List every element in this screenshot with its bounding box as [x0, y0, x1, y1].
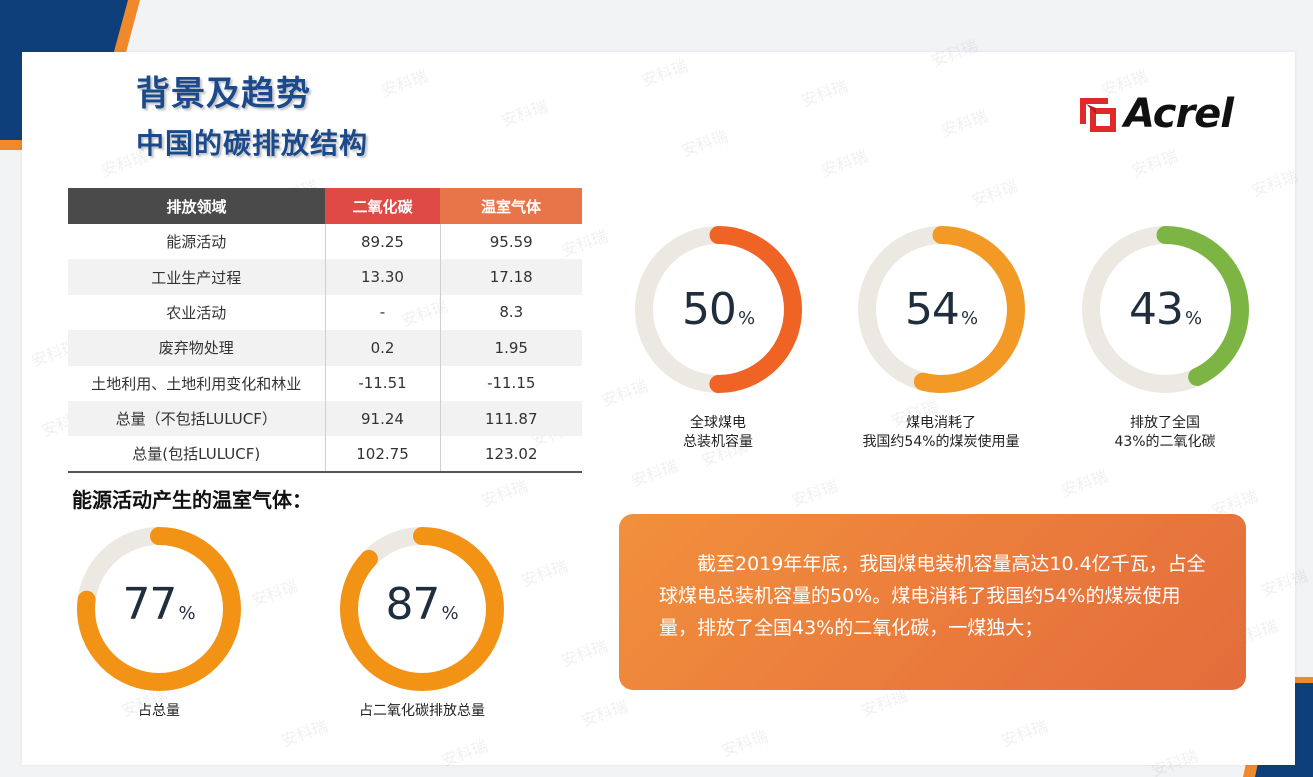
table-cell: 123.02	[440, 436, 582, 473]
ring-chart-energy-total: 77%	[77, 527, 241, 691]
table-cell: 95.59	[489, 232, 533, 251]
table-cell: 总量（不包括LULUCF）	[68, 400, 326, 437]
acrel-logo: Acrel	[1078, 92, 1258, 136]
table-cell: -11.15	[487, 374, 536, 393]
table-header-row: 排放领域 二氧化碳 温室气体	[68, 188, 582, 224]
table-cell: 0.2	[325, 330, 441, 366]
table-header-ghg: 温室气体	[440, 188, 582, 224]
table-cell: 102.75	[325, 436, 441, 473]
ring-chart-global-coal-capacity: 50%	[635, 226, 802, 393]
table-cell: 废弃物处理	[68, 330, 326, 366]
acrel-logo-mark-icon	[1080, 98, 1116, 132]
ring-caption-line: 煤电消耗了	[906, 415, 976, 431]
acrel-logo-text: Acrel	[1124, 91, 1234, 137]
table-row: 工业生产过程 13.30 17.18	[68, 259, 582, 295]
emission-table: 排放领域 二氧化碳 温室气体 能源活动 89.25 95.59 工业生产过程 1…	[68, 188, 582, 473]
table-header-co2: 二氧化碳	[325, 188, 440, 224]
ring-value: 77%	[77, 579, 241, 630]
ring-unit: %	[737, 308, 756, 329]
table-cell: -11.51	[325, 365, 441, 401]
table-header-sector: 排放领域	[68, 188, 325, 224]
table-cell: 13.30	[325, 259, 441, 295]
table-cell: 工业生产过程	[68, 259, 326, 295]
ring-chart-co2-share: 43%	[1082, 226, 1249, 393]
page-title: 背景及趋势	[136, 74, 311, 114]
table-row: 总量（不包括LULUCF） 91.24 111.87	[68, 400, 582, 437]
table-cell: 总量(包括LULUCF)	[68, 436, 326, 473]
table-cell: 17.18	[440, 259, 582, 295]
table-row: 总量(包括LULUCF) 102.75 123.02	[68, 436, 582, 473]
page-subtitle: 中国的碳排放结构	[136, 127, 369, 160]
table-cell: 111.87	[440, 400, 582, 437]
summary-box: 截至2019年年底，我国煤电装机容量高达10.4亿千瓦，占全球煤电总装机容量的5…	[619, 514, 1246, 690]
ring-value: 50%	[635, 284, 802, 335]
ring-caption-global-coal-capacity: 全球煤电 总装机容量	[618, 414, 818, 452]
ring-caption-energy-total: 占总量	[138, 703, 180, 719]
ring-unit: %	[178, 603, 196, 624]
table-row: 土地利用、土地利用变化和林业 -11.51 -11.15	[68, 365, 582, 401]
ring-caption-line: 我国约54%的煤炭使用量	[862, 434, 1020, 450]
ring-caption-coal-consumption: 煤电消耗了 我国约54%的煤炭使用量	[841, 414, 1041, 452]
ring-caption-co2-share: 排放了全国 43%的二氧化碳	[1065, 414, 1265, 452]
ring-unit: %	[960, 308, 979, 329]
table-cell: 农业活动	[68, 294, 326, 331]
table-row: 能源活动 89.25 95.59	[68, 224, 582, 260]
ring-number: 87	[385, 579, 440, 630]
ring-number: 77	[122, 579, 177, 630]
ring-caption-line: 排放了全国	[1130, 415, 1200, 431]
table-cell: 土地利用、土地利用变化和林业	[68, 365, 326, 401]
ring-caption-energy-co2: 占二氧化碳排放总量	[359, 703, 485, 719]
ring-value: 54%	[858, 284, 1025, 335]
summary-text: 截至2019年年底，我国煤电装机容量高达10.4亿千瓦，占全球煤电总装机容量的5…	[659, 553, 1206, 639]
ring-value: 87%	[340, 579, 504, 630]
table-cell: 1.95	[440, 330, 582, 366]
table-cell: 91.24	[325, 400, 441, 437]
ring-number: 54	[904, 284, 960, 335]
table-row: 废弃物处理 0.2 1.95	[68, 330, 582, 366]
ring-caption-line: 全球煤电	[690, 415, 746, 431]
table-cell: -	[325, 294, 441, 331]
ring-chart-energy-co2: 87%	[340, 527, 504, 691]
table-cell: 89.25	[325, 224, 441, 260]
ring-caption-line: 总装机容量	[683, 434, 753, 450]
ring-unit: %	[1184, 308, 1203, 329]
ring-unit: %	[441, 603, 459, 624]
ring-value: 43%	[1082, 284, 1249, 335]
ring-chart-coal-consumption: 54%	[858, 226, 1025, 393]
ring-caption-line: 43%的二氧化碳	[1114, 434, 1216, 450]
table-cell: 能源活动	[68, 224, 326, 260]
table-row: 农业活动 - 8.3	[68, 294, 582, 331]
ring-number: 50	[681, 284, 737, 335]
ring-number: 43	[1128, 284, 1184, 335]
energy-section-heading: 能源活动产生的温室气体：	[72, 488, 312, 512]
table-cell: 8.3	[499, 303, 524, 322]
